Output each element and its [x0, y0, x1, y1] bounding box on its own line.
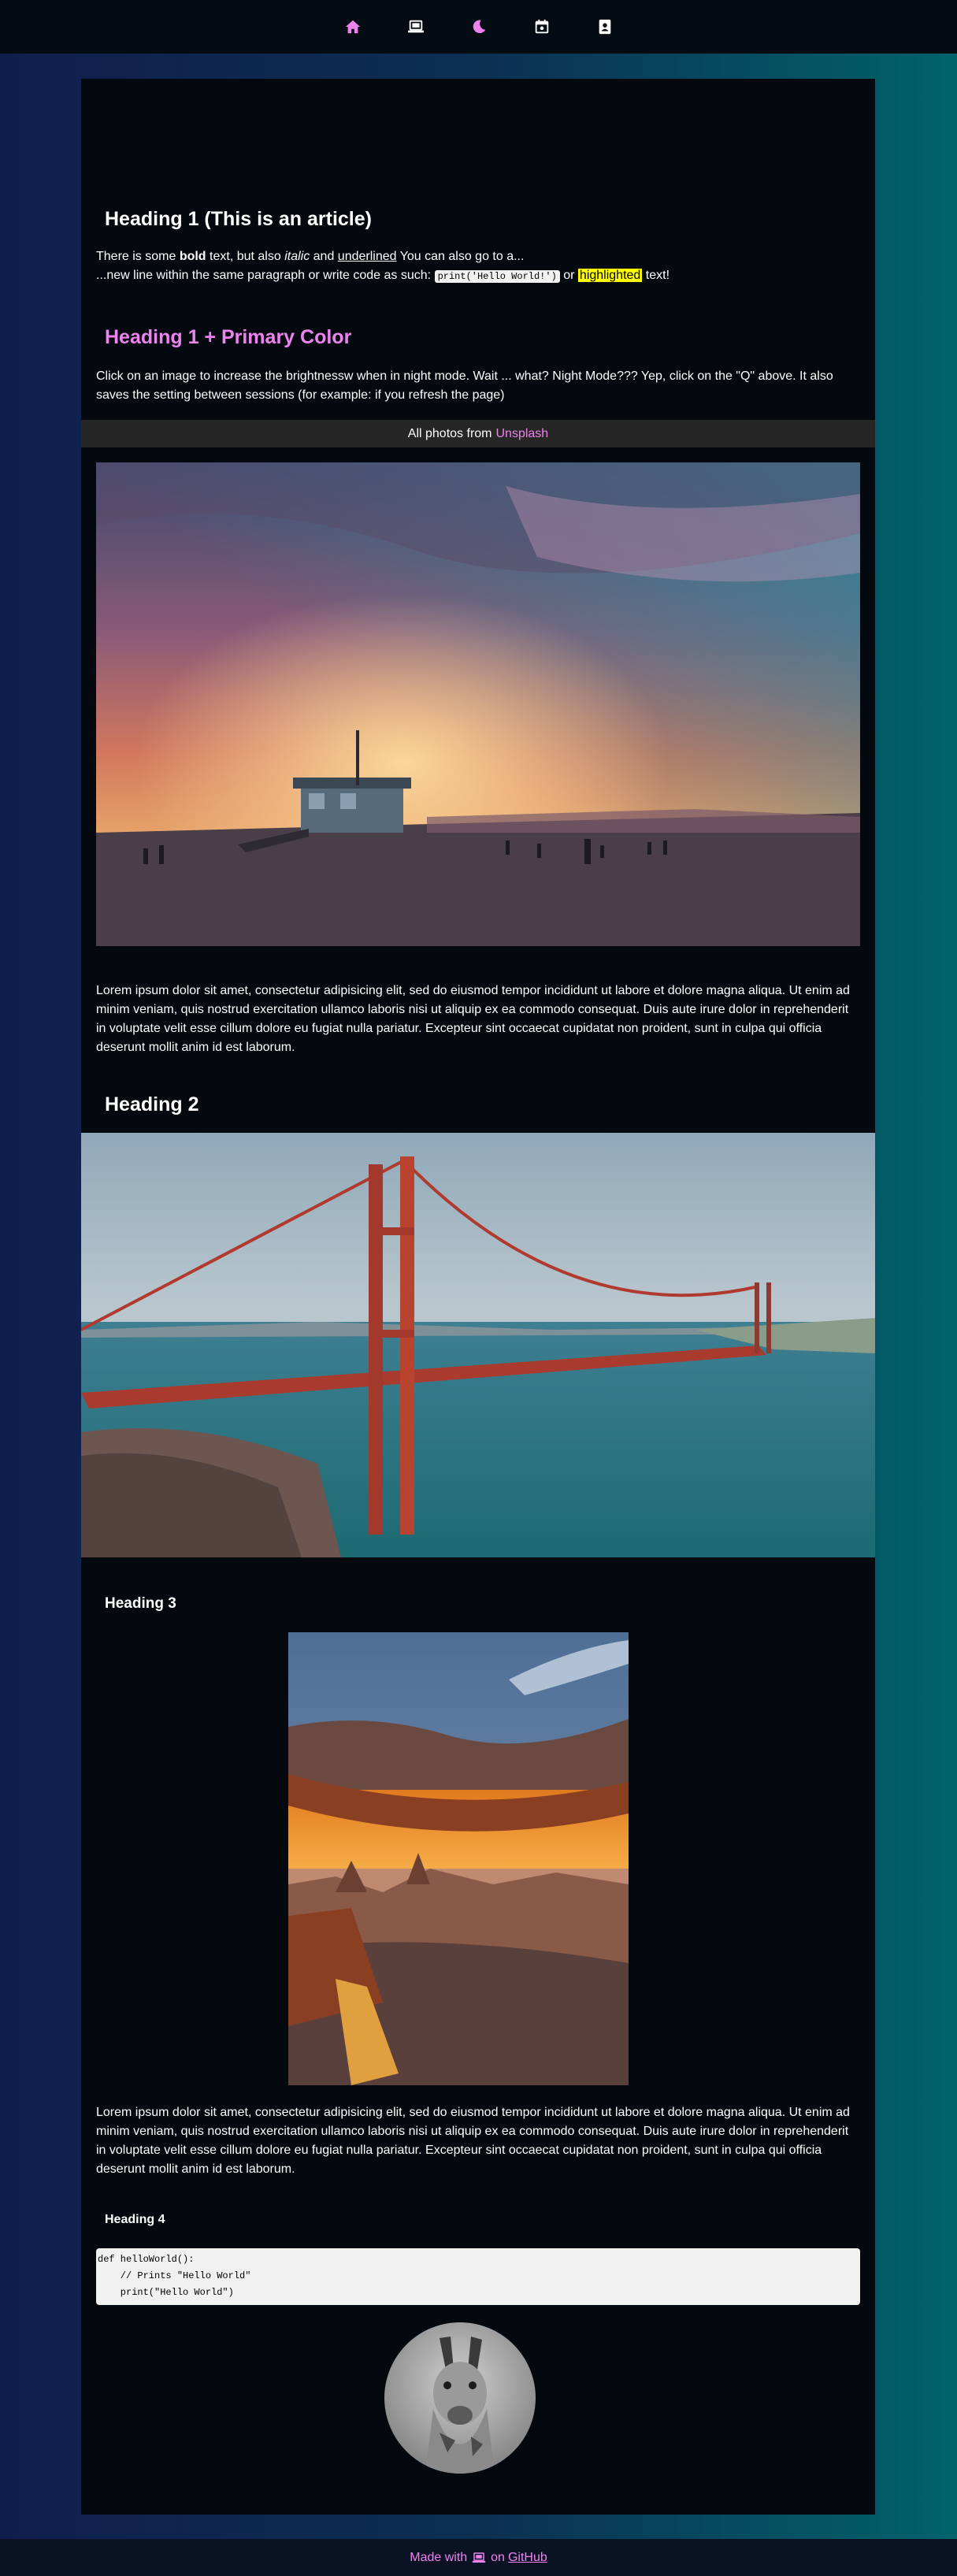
inline-code: print('Hello World!') — [434, 270, 560, 283]
footer-prefix: Made with — [410, 2550, 468, 2564]
article-panel: Heading 1 (This is an article) There is … — [81, 79, 875, 2515]
heading-4: Heading 4 — [105, 2213, 165, 2226]
laptop-icon — [407, 20, 424, 33]
sunset-beach-image[interactable] — [96, 462, 860, 946]
code-line: print("Hello World") — [98, 2287, 234, 2298]
intro-text: You can also go to a... — [396, 250, 525, 263]
underlined-text: underlined — [337, 250, 397, 263]
footer: Made with on GitHub — [0, 2539, 957, 2576]
laptop-button[interactable] — [405, 16, 427, 38]
code-line: // Prints "Hello World" — [98, 2270, 251, 2281]
night-mode-button[interactable] — [468, 16, 490, 38]
giraffe-avatar-image[interactable] — [384, 2322, 536, 2474]
heading-3: Heading 3 — [105, 1595, 176, 1612]
intro-paragraph: There is some bold text, but also italic… — [96, 247, 852, 286]
lorem-paragraph-2: Lorem ipsum dolor sit amet, consectetur … — [96, 2106, 850, 2176]
top-nav — [0, 0, 957, 54]
credit-text: All photos from — [407, 426, 492, 440]
contact-card-icon — [599, 19, 610, 35]
highlighted-text: highlighted — [577, 269, 643, 282]
github-link[interactable]: GitHub — [508, 2551, 547, 2565]
article-heading-1: Heading 1 (This is an article) — [105, 208, 372, 230]
moon-icon — [473, 20, 485, 34]
intro-text: text! — [642, 269, 670, 282]
primary-heading: Heading 1 + Primary Color — [105, 326, 352, 348]
unsplash-link[interactable]: Unsplash — [496, 427, 549, 441]
heading-2: Heading 2 — [105, 1093, 199, 1115]
footer-on: on — [491, 2550, 505, 2564]
code-block: def helloWorld(): // Prints "Hello World… — [96, 2248, 860, 2305]
calendar-button[interactable] — [531, 16, 553, 38]
night-mode-text: Click on an image to increase the bright… — [96, 369, 833, 402]
intro-text: ...new line within the same paragraph or… — [96, 269, 435, 282]
lorem-paragraph-1: Lorem ipsum dolor sit amet, consectetur … — [96, 984, 850, 1054]
bold-text: bold — [179, 250, 206, 263]
intro-text: or — [559, 269, 578, 282]
laptop-icon — [472, 2552, 486, 2564]
intro-text: text, but also — [206, 250, 285, 263]
italic-text: italic — [284, 250, 310, 263]
code-line: def helloWorld(): — [98, 2254, 195, 2265]
contact-button[interactable] — [594, 16, 616, 38]
intro-text: and — [310, 250, 338, 263]
intro-text: There is some — [96, 250, 180, 263]
home-icon — [345, 20, 360, 34]
golden-gate-bridge-image[interactable] — [81, 1133, 875, 1557]
canyon-arch-image[interactable] — [288, 1632, 629, 2085]
calendar-icon — [535, 19, 548, 34]
photo-credit-bar: All photos from Unsplash — [81, 420, 875, 447]
home-button[interactable] — [342, 16, 364, 38]
